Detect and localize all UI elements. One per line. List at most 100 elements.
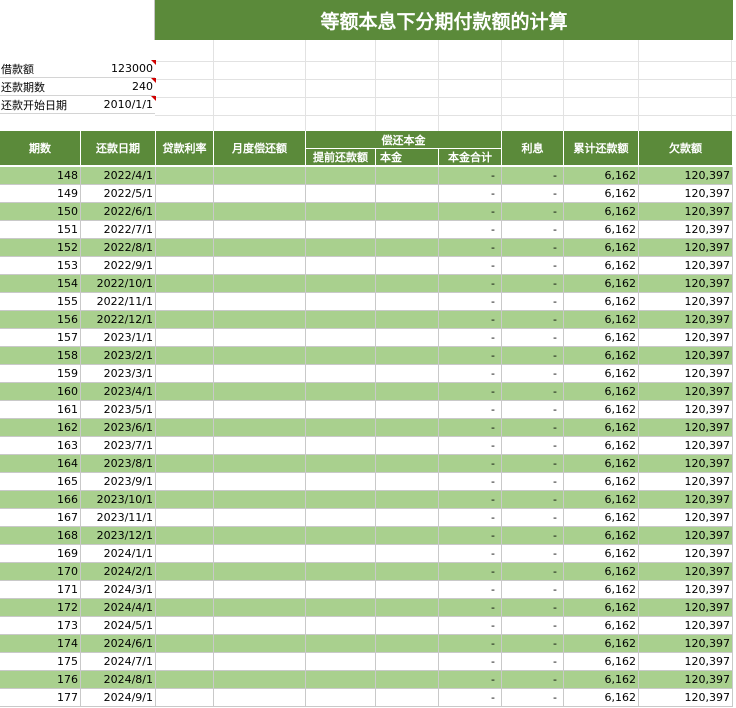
cell-principal-total[interactable]: -	[439, 581, 502, 598]
header-interest[interactable]: 利息	[502, 131, 564, 166]
cell-prepayment[interactable]	[306, 689, 376, 706]
cell-rate[interactable]	[156, 365, 214, 382]
cell-date[interactable]: 2024/5/1	[81, 617, 156, 634]
header-date[interactable]: 还款日期	[81, 131, 156, 166]
sheet-title[interactable]: 等额本息下分期付款额的计算	[155, 0, 733, 40]
cell-balance[interactable]: 120,397	[639, 347, 733, 364]
cell-period[interactable]: 175	[0, 653, 81, 670]
cell-prepayment[interactable]	[306, 491, 376, 508]
cell-cumulative[interactable]: 6,162	[564, 437, 639, 454]
cell-principal-total[interactable]: -	[439, 473, 502, 490]
cell-monthly-payment[interactable]	[214, 599, 306, 616]
cell-interest[interactable]: -	[502, 329, 564, 346]
cell-prepayment[interactable]	[306, 509, 376, 526]
cell-principal[interactable]	[376, 617, 439, 634]
cell-monthly-payment[interactable]	[214, 689, 306, 706]
cell-period[interactable]: 165	[0, 473, 81, 490]
comment-indicator-icon[interactable]	[151, 60, 156, 65]
cell-period[interactable]: 172	[0, 599, 81, 616]
cell-date[interactable]: 2023/11/1	[81, 509, 156, 526]
cell-rate[interactable]	[156, 239, 214, 256]
cell-date[interactable]: 2023/7/1	[81, 437, 156, 454]
cell-monthly-payment[interactable]	[214, 545, 306, 562]
cell-cumulative[interactable]: 6,162	[564, 221, 639, 238]
cell-balance[interactable]: 120,397	[639, 491, 733, 508]
cell-cumulative[interactable]: 6,162	[564, 311, 639, 328]
cell-monthly-payment[interactable]	[214, 437, 306, 454]
cell-cumulative[interactable]: 6,162	[564, 671, 639, 688]
cell-principal[interactable]	[376, 419, 439, 436]
cell-balance[interactable]: 120,397	[639, 365, 733, 382]
info-value[interactable]: 123000	[83, 62, 155, 75]
cell-balance[interactable]: 120,397	[639, 509, 733, 526]
cell-interest[interactable]: -	[502, 563, 564, 580]
cell-prepayment[interactable]	[306, 671, 376, 688]
cell-principal-total[interactable]: -	[439, 347, 502, 364]
cell-cumulative[interactable]: 6,162	[564, 455, 639, 472]
cell-principal-total[interactable]: -	[439, 491, 502, 508]
cell-period[interactable]: 169	[0, 545, 81, 562]
cell-principal-total[interactable]: -	[439, 419, 502, 436]
cell-principal-total[interactable]: -	[439, 455, 502, 472]
cell-interest[interactable]: -	[502, 203, 564, 220]
cell-principal-total[interactable]: -	[439, 653, 502, 670]
info-row-start-date[interactable]: 还款开始日期 2010/1/1	[0, 96, 156, 114]
cell-principal[interactable]	[376, 167, 439, 184]
cell-period[interactable]: 155	[0, 293, 81, 310]
cell-cumulative[interactable]: 6,162	[564, 581, 639, 598]
cell-date[interactable]: 2022/8/1	[81, 239, 156, 256]
cell-principal-total[interactable]: -	[439, 185, 502, 202]
cell-balance[interactable]: 120,397	[639, 617, 733, 634]
title-left-cell[interactable]	[0, 0, 155, 40]
cell-date[interactable]: 2022/12/1	[81, 311, 156, 328]
cell-interest[interactable]: -	[502, 671, 564, 688]
cell-prepayment[interactable]	[306, 167, 376, 184]
cell-principal[interactable]	[376, 545, 439, 562]
cell-interest[interactable]: -	[502, 347, 564, 364]
cell-prepayment[interactable]	[306, 419, 376, 436]
cell-principal[interactable]	[376, 473, 439, 490]
cell-cumulative[interactable]: 6,162	[564, 275, 639, 292]
header-balance[interactable]: 欠款额	[639, 131, 733, 166]
cell-period[interactable]: 154	[0, 275, 81, 292]
cell-rate[interactable]	[156, 635, 214, 652]
cell-rate[interactable]	[156, 545, 214, 562]
cell-period[interactable]: 167	[0, 509, 81, 526]
cell-rate[interactable]	[156, 419, 214, 436]
cell-cumulative[interactable]: 6,162	[564, 401, 639, 418]
cell-date[interactable]: 2023/12/1	[81, 527, 156, 544]
cell-monthly-payment[interactable]	[214, 581, 306, 598]
cell-rate[interactable]	[156, 257, 214, 274]
cell-balance[interactable]: 120,397	[639, 671, 733, 688]
cell-principal-total[interactable]: -	[439, 167, 502, 184]
cell-period[interactable]: 176	[0, 671, 81, 688]
cell-rate[interactable]	[156, 275, 214, 292]
cell-rate[interactable]	[156, 617, 214, 634]
cell-period[interactable]: 156	[0, 311, 81, 328]
cell-interest[interactable]: -	[502, 185, 564, 202]
cell-period[interactable]: 161	[0, 401, 81, 418]
cell-date[interactable]: 2022/9/1	[81, 257, 156, 274]
cell-monthly-payment[interactable]	[214, 653, 306, 670]
cell-principal[interactable]	[376, 653, 439, 670]
cell-rate[interactable]	[156, 203, 214, 220]
cell-interest[interactable]: -	[502, 419, 564, 436]
cell-monthly-payment[interactable]	[214, 383, 306, 400]
cell-date[interactable]: 2023/3/1	[81, 365, 156, 382]
cell-rate[interactable]	[156, 689, 214, 706]
cell-monthly-payment[interactable]	[214, 293, 306, 310]
cell-interest[interactable]: -	[502, 293, 564, 310]
cell-interest[interactable]: -	[502, 365, 564, 382]
cell-balance[interactable]: 120,397	[639, 473, 733, 490]
cell-rate[interactable]	[156, 599, 214, 616]
cell-monthly-payment[interactable]	[214, 239, 306, 256]
cell-rate[interactable]	[156, 221, 214, 238]
cell-principal[interactable]	[376, 509, 439, 526]
cell-date[interactable]: 2024/2/1	[81, 563, 156, 580]
cell-cumulative[interactable]: 6,162	[564, 563, 639, 580]
cell-principal[interactable]	[376, 185, 439, 202]
cell-rate[interactable]	[156, 437, 214, 454]
cell-cumulative[interactable]: 6,162	[564, 473, 639, 490]
cell-rate[interactable]	[156, 383, 214, 400]
cell-principal[interactable]	[376, 437, 439, 454]
